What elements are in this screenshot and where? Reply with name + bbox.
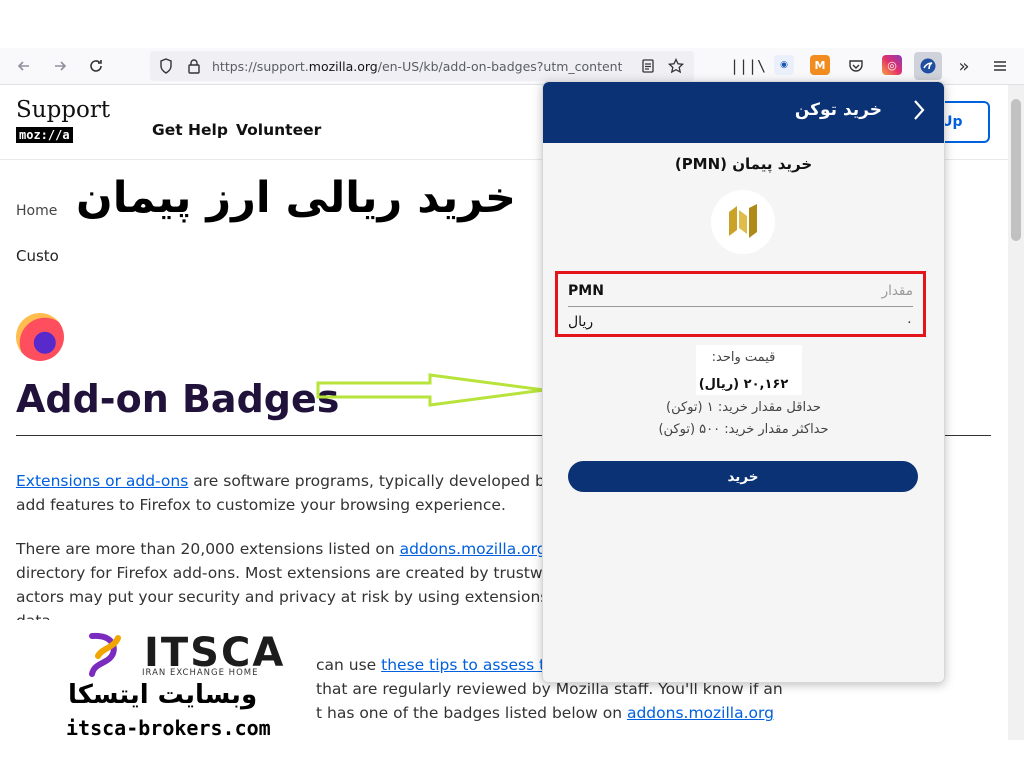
paragraph-1-line-1: Extensions or add-ons are software progr… (16, 469, 554, 493)
scrollbar-thumb[interactable] (1011, 99, 1021, 241)
page-scrollbar[interactable] (1008, 85, 1024, 740)
extension-orange-icon[interactable]: M (810, 55, 830, 75)
paragraph-3-text: can use (316, 656, 382, 674)
library-icon[interactable]: |||\ (730, 52, 766, 80)
addons-link[interactable]: addons.mozilla.org ( (400, 540, 558, 558)
buy-button[interactable]: خرید (568, 461, 918, 492)
window-top-strip (0, 0, 1024, 48)
overlay-title: خرید ریالی ارز پیمان (76, 173, 516, 223)
url-domain: mozilla.org (308, 59, 378, 74)
paragraph-2-line-1: There are more than 20,000 extensions li… (16, 537, 558, 561)
paragraph-1-line-2: add features to Firefox to customize you… (16, 496, 506, 514)
back-arrow-icon[interactable] (10, 52, 38, 80)
shield-icon[interactable] (156, 56, 176, 76)
tips-link[interactable]: these tips to assess t (381, 656, 545, 674)
paragraph-3-line-1: can use these tips to assess t (316, 653, 545, 677)
url-text[interactable]: https://support.mozilla.org/en-US/kb/add… (212, 59, 622, 74)
rial-unit-label: ریال (568, 314, 594, 330)
paragraph-3-line-3: t has one of the badges listed below on … (316, 701, 774, 725)
popup-header-title: خرید توکن (794, 100, 882, 120)
extensions-link[interactable]: Extensions or add-ons (16, 472, 188, 490)
paragraph-1-text: are software programs, typically develop… (188, 472, 554, 490)
breadcrumb-custom[interactable]: Custo (16, 247, 59, 265)
amount-unit-label: PMN (568, 283, 604, 299)
bookmark-star-icon[interactable] (666, 56, 686, 76)
paragraph-3-text-2: t has one of the badges listed below on (316, 704, 627, 722)
max-purchase-text: حداکثر مقدار خرید: ۵۰۰ (توکن) (658, 422, 829, 437)
min-purchase-text: حداقل مقدار خرید: ۱ (توکن) (666, 400, 821, 415)
chevron-right-icon[interactable] (912, 98, 926, 128)
itsca-brand-persian: وبسایت ایتسکا (68, 680, 258, 710)
nav-volunteer[interactable]: Volunteer (236, 121, 321, 139)
support-logo-text[interactable]: Support (16, 97, 110, 123)
url-bar[interactable]: https://support.mozilla.org/en-US/kb/add… (150, 51, 694, 81)
pmn-token-logo-icon (711, 190, 775, 254)
itsca-brand-url: itsca-brokers.com (66, 716, 271, 740)
extension-blue-icon[interactable]: ◉ (774, 55, 794, 75)
amount-field[interactable]: PMN مقدار (568, 277, 913, 305)
page-title: Add-on Badges (16, 377, 340, 421)
reload-icon[interactable] (82, 52, 110, 80)
reader-view-icon[interactable] (638, 56, 658, 76)
menu-icon[interactable] (986, 52, 1014, 80)
amount-divider (568, 306, 913, 307)
amount-placeholder: مقدار (881, 283, 913, 299)
highlight-frame: PMN مقدار ریال ۰ (555, 271, 926, 337)
rial-value: ۰ (905, 314, 913, 330)
mozilla-logo[interactable]: moz://a (16, 127, 73, 143)
popup-header: خرید توکن (543, 82, 944, 143)
browser-toolbar: https://support.mozilla.org/en-US/kb/add… (0, 48, 1024, 85)
breadcrumb-home[interactable]: Home (16, 203, 57, 219)
lock-icon[interactable] (184, 56, 204, 76)
green-arrow-icon (316, 373, 545, 407)
pocket-icon[interactable] (842, 52, 870, 80)
instagram-icon[interactable]: ◎ (882, 55, 902, 75)
wallet-extension-icon[interactable] (914, 52, 942, 80)
url-prefix: https://support. (212, 59, 309, 74)
forward-arrow-icon[interactable] (46, 52, 74, 80)
addons-link-2[interactable]: addons.mozilla.org (627, 704, 774, 722)
paragraph-2-line-3: actors may put your security and privacy… (16, 588, 569, 606)
unit-price-value: ۲۰,۱۶۲ (ریال) (698, 377, 789, 392)
token-title: خرید پیمان (PMN) (674, 155, 813, 173)
nav-get-help[interactable]: Get Help (152, 121, 228, 139)
rial-field[interactable]: ریال ۰ (568, 308, 913, 336)
itsca-brand-subtitle: IRAN EXCHANGE HOME (142, 668, 259, 678)
unit-price-label: قیمت واحد: (711, 350, 776, 365)
paragraph-2-line-2: directory for Firefox add-ons. Most exte… (16, 564, 553, 582)
firefox-logo-icon (16, 313, 64, 361)
paragraph-2-text: There are more than 20,000 extensions li… (16, 540, 400, 558)
token-purchase-popup: خرید توکن خرید پیمان (PMN) PMN مقدار ریا… (542, 81, 945, 683)
overflow-chevron-icon[interactable]: » (950, 52, 978, 80)
itsca-logo-mark-icon (89, 632, 121, 677)
url-rest: /en-US/kb/add-on-badges?utm_content= (377, 59, 622, 74)
